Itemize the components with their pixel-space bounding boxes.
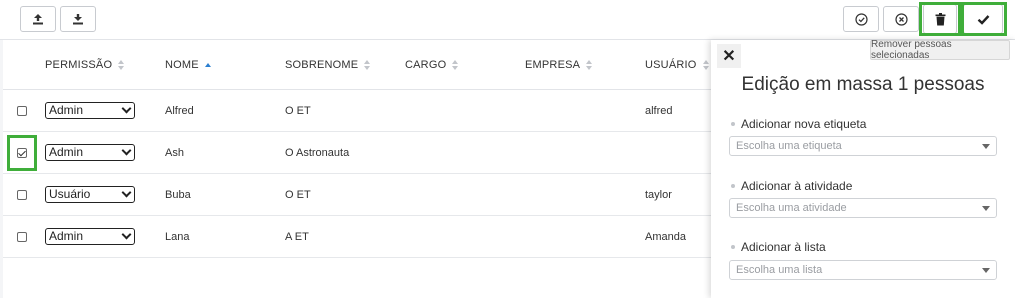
column-header-label: EMPRESA — [525, 59, 581, 71]
column-header-label: SOBRENOME — [285, 59, 359, 71]
panel-title: Edição em massa 1 pessoas — [741, 74, 985, 95]
table-row: Usuário Buba O ET taylor — [3, 174, 711, 216]
checkmark-icon — [977, 14, 989, 25]
column-header-label: CARGO — [405, 59, 447, 71]
bullet-icon — [731, 184, 735, 188]
column-header-name[interactable]: NOME — [165, 59, 211, 71]
dropdown-placeholder: Escolha uma atividade — [736, 202, 847, 214]
column-header-user[interactable]: USUÁRIO — [645, 59, 709, 71]
sort-ascending-icon — [204, 63, 211, 67]
caret-down-icon — [982, 206, 990, 211]
table-row: Admin Lana A ET Amanda — [3, 216, 711, 258]
column-header-role[interactable]: CARGO — [405, 59, 459, 71]
permission-select[interactable]: Admin — [45, 102, 135, 119]
x-circle-icon — [894, 12, 908, 26]
deselect-all-button[interactable] — [883, 6, 919, 32]
row-checkbox[interactable] — [17, 190, 27, 200]
field-label-activity: Adicionar à atividade — [731, 179, 852, 193]
surname-cell: A ET — [285, 231, 309, 243]
check-circle-icon — [854, 12, 868, 26]
caret-down-icon — [982, 144, 990, 149]
name-cell: Buba — [165, 189, 191, 201]
name-cell: Lana — [165, 231, 190, 243]
permission-value: Usuário — [49, 187, 91, 201]
row-checkbox[interactable] — [17, 148, 27, 158]
permission-value: Admin — [49, 229, 84, 243]
upload-icon — [33, 14, 43, 25]
close-icon: ✕ — [722, 48, 736, 65]
column-header-permission[interactable]: PERMISSÃO — [45, 59, 125, 71]
name-cell: Alfred — [165, 105, 194, 117]
surname-cell: O Astronauta — [285, 147, 350, 159]
bullet-icon — [731, 245, 735, 249]
permission-value: Admin — [49, 103, 84, 117]
chevron-down-icon — [121, 145, 132, 156]
surname-cell: O ET — [285, 189, 311, 201]
table-row: Admin Ash O Astronauta — [3, 132, 711, 174]
sort-icon — [452, 60, 459, 70]
field-label-text: Adicionar à atividade — [741, 179, 853, 193]
sort-icon — [702, 60, 709, 70]
caret-down-icon — [982, 268, 990, 273]
permission-select[interactable]: Usuário — [45, 186, 135, 203]
permission-select[interactable]: Admin — [45, 228, 135, 245]
row-checkbox[interactable] — [17, 106, 27, 116]
toolbar — [0, 0, 1015, 40]
select-all-button[interactable] — [843, 6, 879, 32]
field-label-tag: Adicionar nova etiqueta — [731, 117, 866, 131]
name-cell: Ash — [165, 147, 184, 159]
column-header-label: NOME — [165, 59, 199, 71]
field-label-text: Adicionar à lista — [741, 240, 826, 254]
people-table: PERMISSÃO NOME SOBRENOME CARGO EMPRESA U… — [3, 40, 711, 298]
column-header-label: PERMISSÃO — [45, 59, 113, 71]
chevron-down-icon — [121, 229, 132, 240]
chevron-down-icon — [121, 103, 132, 114]
sort-icon — [364, 60, 371, 70]
tag-dropdown[interactable]: Escolha uma etiqueta — [729, 136, 997, 156]
bullet-icon — [731, 122, 735, 126]
chevron-down-icon — [121, 187, 132, 198]
list-dropdown[interactable]: Escolha uma lista — [729, 260, 997, 280]
row-checkbox[interactable] — [17, 232, 27, 242]
sort-icon — [118, 60, 125, 70]
trash-icon — [935, 12, 945, 25]
sort-icon — [586, 60, 593, 70]
close-button[interactable]: ✕ — [717, 44, 741, 68]
dropdown-placeholder: Escolha uma lista — [736, 264, 823, 276]
delete-tooltip: Remover pessoas selecionadas — [870, 39, 1010, 61]
user-cell: taylor — [645, 189, 672, 201]
field-label-text: Adicionar nova etiqueta — [741, 117, 867, 131]
user-cell: Amanda — [645, 231, 686, 243]
field-label-list: Adicionar à lista — [731, 240, 826, 254]
upload-button[interactable] — [20, 6, 56, 32]
column-header-label: USUÁRIO — [645, 59, 697, 71]
permission-value: Admin — [49, 145, 84, 159]
activity-dropdown[interactable]: Escolha uma atividade — [729, 198, 997, 218]
download-button[interactable] — [60, 6, 96, 32]
column-header-company[interactable]: EMPRESA — [525, 59, 593, 71]
table-row: Admin Alfred O ET alfred — [3, 90, 711, 132]
user-cell: alfred — [645, 105, 673, 117]
surname-cell: O ET — [285, 105, 311, 117]
confirm-button[interactable] — [963, 4, 1003, 34]
dropdown-placeholder: Escolha uma etiqueta — [736, 140, 842, 152]
download-icon — [73, 14, 83, 25]
bulk-edit-panel: ✕ Edição em massa 1 pessoas Adicionar no… — [711, 40, 1015, 298]
permission-select[interactable]: Admin — [45, 144, 135, 161]
delete-selected-button[interactable] — [923, 4, 957, 34]
table-header: PERMISSÃO NOME SOBRENOME CARGO EMPRESA U… — [3, 40, 711, 90]
column-header-surname[interactable]: SOBRENOME — [285, 59, 371, 71]
